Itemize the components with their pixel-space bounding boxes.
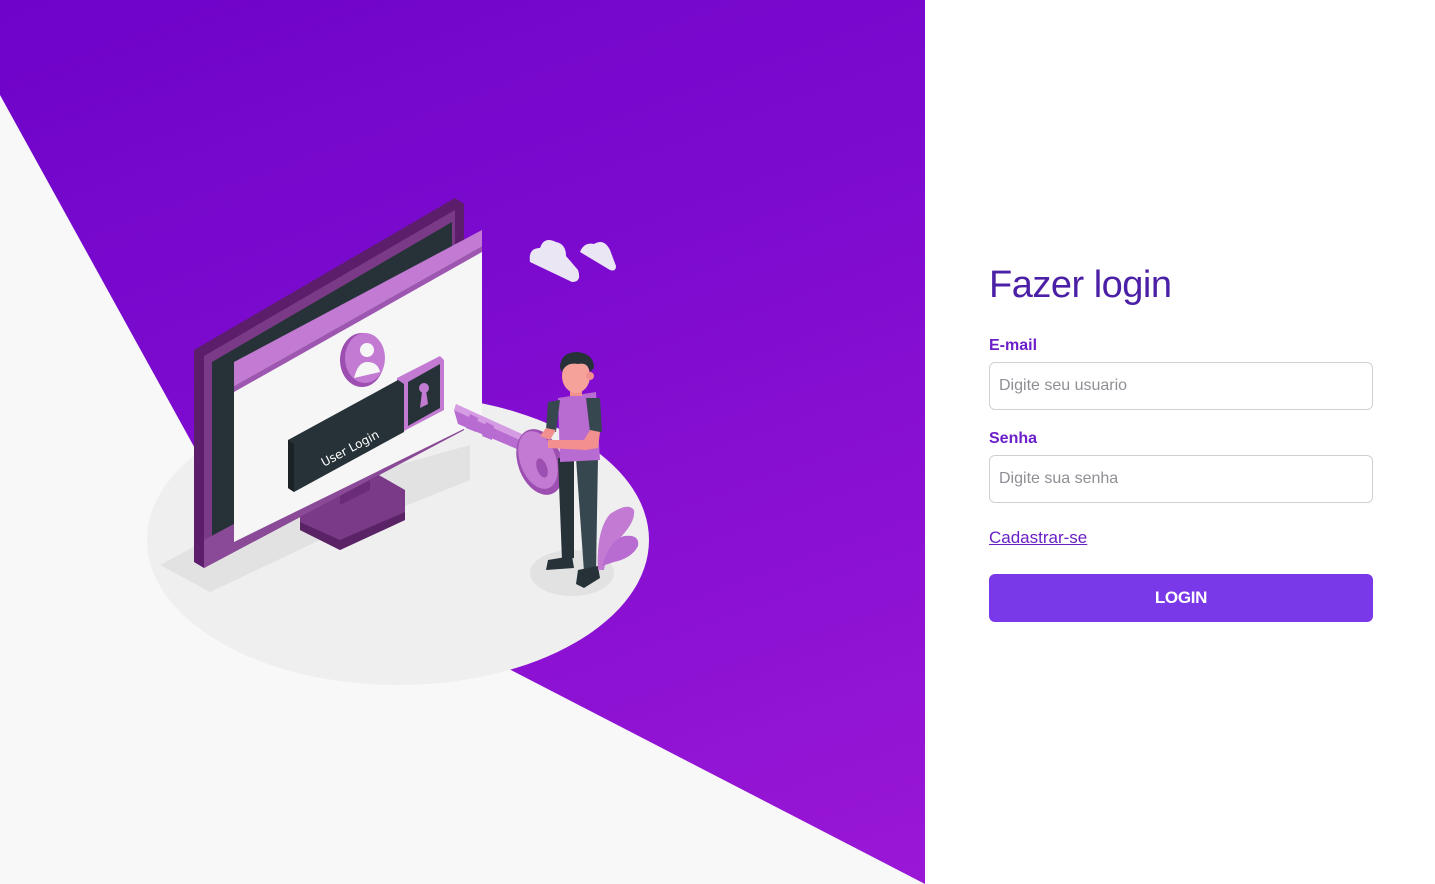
login-form: Fazer login E-mail Senha Cadastrar-se LO… <box>989 262 1373 622</box>
login-form-panel: Fazer login E-mail Senha Cadastrar-se LO… <box>925 0 1435 884</box>
email-label: E-mail <box>989 337 1038 354</box>
login-page: User Login Fazer login E-mail Digite seu… <box>0 0 1435 884</box>
hero-panel: User Login <box>0 0 925 884</box>
cloud-icon <box>529 240 616 282</box>
password-label: Senha <box>989 430 1038 447</box>
login-button[interactable]: LOGIN <box>989 574 1373 622</box>
email-field[interactable] <box>989 362 1373 410</box>
password-field[interactable] <box>989 455 1373 503</box>
form-title: Fazer login <box>989 264 1172 306</box>
register-link[interactable]: Cadastrar-se <box>989 528 1087 548</box>
login-illustration: User Login <box>147 198 649 685</box>
